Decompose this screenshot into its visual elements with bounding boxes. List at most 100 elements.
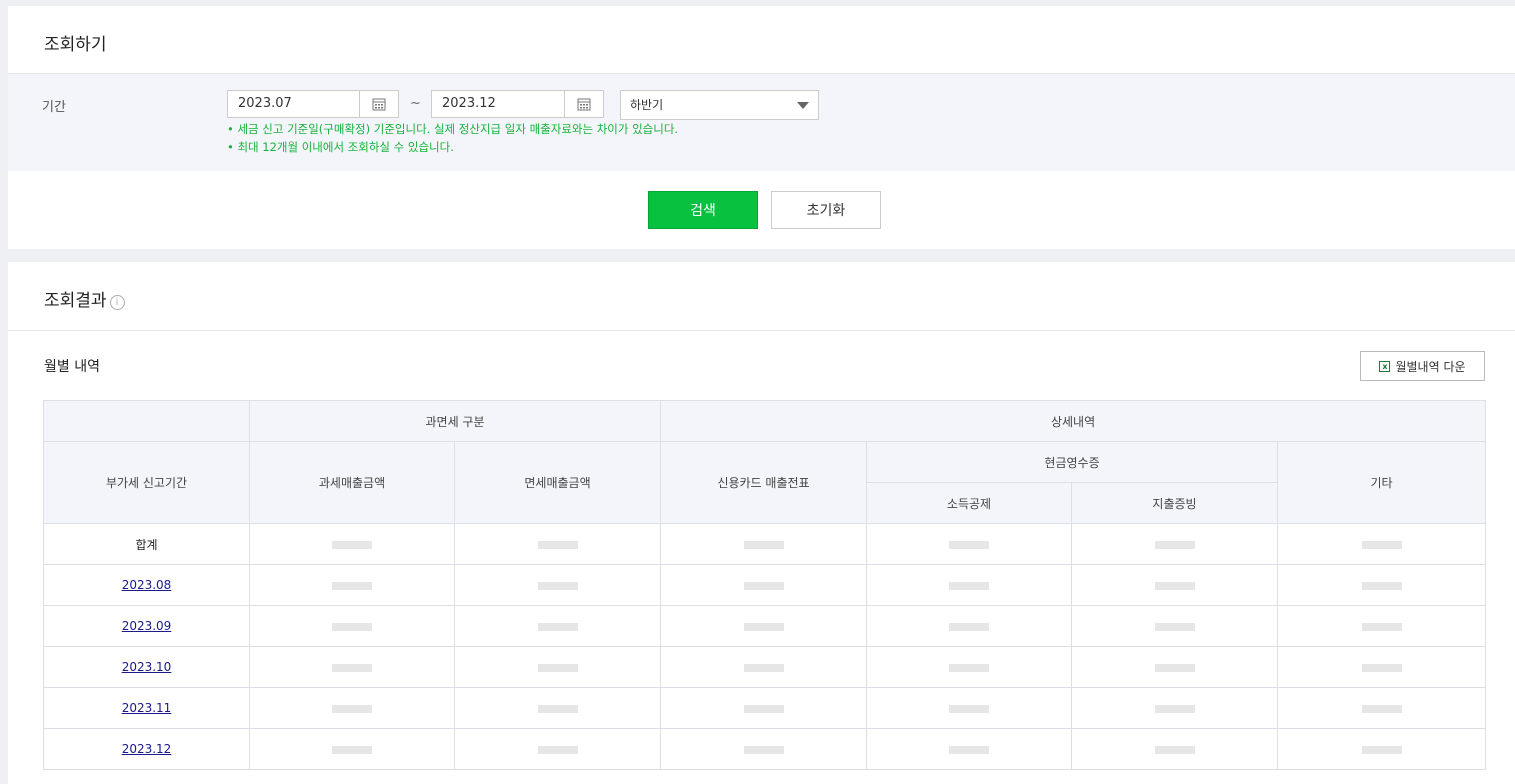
redacted-amount-cell bbox=[1071, 523, 1279, 565]
redacted-value bbox=[743, 663, 784, 672]
redacted-value bbox=[949, 581, 990, 590]
calendar-icon[interactable] bbox=[359, 91, 398, 117]
date-from-field[interactable]: 2023.07 bbox=[227, 90, 399, 118]
redacted-amount-cell bbox=[1071, 728, 1279, 770]
redacted-amount-cell bbox=[660, 646, 868, 688]
period-link[interactable]: 2023.09 bbox=[122, 619, 172, 633]
redacted-value bbox=[743, 704, 784, 713]
redacted-value bbox=[1154, 663, 1195, 672]
table-row: 2023.10 bbox=[43, 646, 1487, 688]
period-cell: 2023.11 bbox=[43, 687, 250, 729]
monthly-download-button[interactable]: x 월별내역 다운 bbox=[1360, 351, 1485, 381]
redacted-amount-cell bbox=[660, 564, 868, 606]
redacted-value bbox=[1154, 622, 1195, 631]
period-link[interactable]: 2023.12 bbox=[122, 742, 172, 756]
calendar-icon[interactable] bbox=[564, 91, 603, 117]
redacted-amount-cell bbox=[1277, 728, 1487, 770]
header-etc: 기타 bbox=[1277, 441, 1487, 524]
redacted-amount-cell bbox=[453, 564, 662, 606]
date-to-value: 2023.12 bbox=[442, 96, 496, 111]
period-cell: 2023.09 bbox=[43, 605, 250, 647]
redacted-value bbox=[537, 704, 578, 713]
redacted-value bbox=[949, 622, 990, 631]
monthly-table: 과면세 구분 상세내역 부가세 신고기간 과세매출금액 면세매출금액 신용카드 … bbox=[43, 400, 1487, 770]
result-panel: 조회결과 i 월별 내역 x 월별내역 다운 과면세 구분 상세내역 부가세 신고… bbox=[8, 262, 1515, 784]
redacted-value bbox=[1361, 704, 1402, 713]
filter-area: 기간 2023.07 ~ 2023.12 하반기 • 세금 신고 기준일(구매확… bbox=[8, 74, 1515, 171]
redacted-value bbox=[1361, 745, 1402, 754]
table-row: 2023.12 bbox=[43, 728, 1487, 770]
redacted-value bbox=[949, 704, 990, 713]
redacted-amount-cell bbox=[1071, 564, 1279, 606]
date-from-value: 2023.07 bbox=[238, 96, 292, 111]
redacted-value bbox=[949, 663, 990, 672]
redacted-amount-cell bbox=[1071, 605, 1279, 647]
redacted-amount-cell bbox=[249, 605, 455, 647]
redacted-amount-cell bbox=[453, 687, 662, 729]
redacted-amount-cell bbox=[660, 523, 868, 565]
table-row: 2023.11 bbox=[43, 687, 1487, 729]
redacted-value bbox=[1154, 540, 1195, 549]
redacted-value bbox=[537, 581, 578, 590]
info-icon[interactable]: i bbox=[109, 295, 125, 310]
redacted-value bbox=[332, 540, 372, 549]
header-blank bbox=[43, 400, 250, 442]
redacted-amount-cell bbox=[866, 687, 1073, 729]
period-cell: 2023.08 bbox=[43, 564, 250, 606]
redacted-value bbox=[1154, 745, 1195, 754]
redacted-amount-cell bbox=[866, 728, 1073, 770]
redacted-value bbox=[743, 581, 784, 590]
table-row: 2023.09 bbox=[43, 605, 1487, 647]
redacted-value bbox=[949, 745, 990, 754]
redacted-value bbox=[1154, 704, 1195, 713]
header-period: 부가세 신고기간 bbox=[43, 441, 250, 524]
period-link[interactable]: 2023.08 bbox=[122, 578, 172, 592]
search-panel: 조회하기 기간 2023.07 ~ 2023.12 하반기 • 세금 신고 기준… bbox=[8, 6, 1515, 249]
notice-max-period: • 최대 12개월 이내에서 조회하실 수 있습니다. bbox=[227, 140, 454, 154]
result-title: 조회결과 i bbox=[44, 286, 125, 311]
redacted-value bbox=[1154, 581, 1195, 590]
header-income: 소득공제 bbox=[866, 482, 1073, 524]
redacted-amount-cell bbox=[1071, 687, 1279, 729]
redacted-value bbox=[537, 745, 578, 754]
period-link[interactable]: 2023.10 bbox=[122, 660, 172, 674]
search-title: 조회하기 bbox=[44, 35, 107, 55]
date-to-field[interactable]: 2023.12 bbox=[431, 90, 604, 118]
redacted-value bbox=[332, 745, 372, 754]
header-group-cash: 현금영수증 bbox=[866, 441, 1279, 483]
notice-tax-basis: • 세금 신고 기준일(구매확정) 기준입니다. 실제 정산지급 일자 매출자료… bbox=[227, 122, 679, 136]
redacted-amount-cell bbox=[866, 646, 1073, 688]
redacted-amount-cell bbox=[660, 605, 868, 647]
redacted-value bbox=[1361, 540, 1402, 549]
period-select[interactable]: 하반기 bbox=[620, 90, 819, 120]
redacted-amount-cell bbox=[249, 687, 455, 729]
header-group-detail: 상세내역 bbox=[660, 400, 1487, 442]
redacted-amount-cell bbox=[1277, 687, 1487, 729]
header-card: 신용카드 매출전표 bbox=[660, 441, 868, 524]
redacted-amount-cell bbox=[249, 728, 455, 770]
redacted-amount-cell bbox=[866, 523, 1073, 565]
redacted-amount-cell bbox=[249, 564, 455, 606]
redacted-value bbox=[1361, 622, 1402, 631]
table-row: 2023.08 bbox=[43, 564, 1487, 606]
redacted-amount-cell bbox=[1277, 605, 1487, 647]
divider bbox=[8, 330, 1515, 331]
redacted-amount-cell bbox=[866, 564, 1073, 606]
redacted-value bbox=[949, 540, 990, 549]
total-label: 합계 bbox=[135, 537, 158, 552]
header-taxfree: 면세매출금액 bbox=[453, 441, 662, 524]
redacted-amount-cell bbox=[1277, 646, 1487, 688]
redacted-amount-cell bbox=[453, 646, 662, 688]
redacted-value bbox=[332, 581, 372, 590]
reset-button[interactable]: 초기화 bbox=[771, 191, 881, 229]
redacted-value bbox=[332, 704, 372, 713]
redacted-value bbox=[1361, 663, 1402, 672]
period-link[interactable]: 2023.11 bbox=[122, 701, 172, 715]
table-row: 합계 bbox=[43, 523, 1487, 565]
redacted-value bbox=[537, 622, 578, 631]
redacted-amount-cell bbox=[660, 728, 868, 770]
download-button-label: 월별내역 다운 bbox=[1395, 359, 1466, 374]
search-button[interactable]: 검색 bbox=[648, 191, 758, 229]
period-label: 기간 bbox=[42, 100, 66, 115]
redacted-amount-cell bbox=[453, 605, 662, 647]
